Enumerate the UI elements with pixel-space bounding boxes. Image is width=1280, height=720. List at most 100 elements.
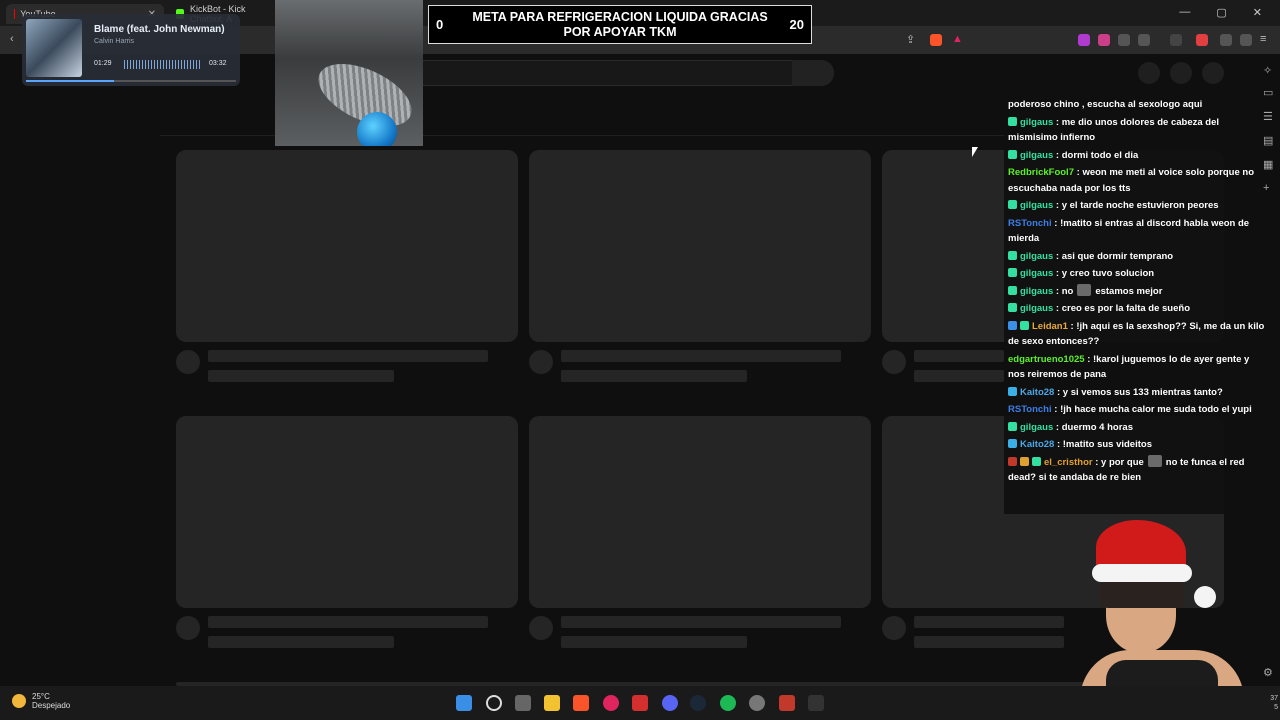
chat-username[interactable]: RSTonchi	[1008, 218, 1052, 229]
chat-text: : y creo tuvo solucion	[1053, 268, 1155, 279]
bookmarks-icon[interactable]: ☰	[1263, 110, 1273, 123]
playlist-icon[interactable]: ▦	[1263, 158, 1273, 171]
vpn-icon[interactable]	[1240, 34, 1252, 46]
spotify-icon[interactable]	[720, 695, 736, 711]
avatar-skeleton	[176, 350, 200, 374]
weather-temp: 25°C	[32, 692, 50, 701]
extension-icon[interactable]	[1138, 34, 1150, 46]
title-skeleton	[208, 616, 488, 628]
clock-line1: 37	[1270, 695, 1278, 702]
youtube-search-input[interactable]	[400, 60, 834, 86]
placeholder-icon	[1202, 62, 1224, 84]
steam-icon[interactable]	[690, 695, 706, 711]
chat-badge-icon	[1008, 439, 1017, 448]
clock-line2: 5	[1274, 704, 1278, 711]
chat-message: RSTonchi : !matito si entras al discord …	[1004, 215, 1270, 248]
chat-badge-icon	[1008, 456, 1017, 466]
leo-icon[interactable]: ✧	[1263, 64, 1272, 77]
chat-username[interactable]: Kaito28	[1020, 439, 1054, 450]
chat-username[interactable]: gilgaus	[1020, 286, 1053, 297]
chat-badge-icon	[1008, 386, 1017, 396]
leo-icon[interactable]	[1220, 34, 1232, 46]
close-button[interactable]: ✕	[1253, 6, 1262, 19]
chat-message: gilgaus : creo es por la falta de sueño	[1004, 300, 1270, 318]
chat-text: : duermo 4 horas	[1053, 421, 1133, 433]
chat-username[interactable]: el_cristhor	[1044, 457, 1093, 468]
waveform	[124, 60, 202, 69]
reading-list-icon[interactable]: ▭	[1263, 86, 1273, 99]
pc-camera-overlay	[275, 0, 423, 146]
app-icon[interactable]	[779, 695, 795, 711]
avatar-skeleton	[882, 616, 906, 640]
chat-text: : no	[1053, 285, 1074, 297]
chat-badge-icon	[1008, 149, 1017, 159]
song-title: Blame (feat. John Newman)	[94, 24, 225, 35]
chat-message: gilgaus : y el tarde noche estuvieron pe…	[1004, 197, 1270, 215]
extension-icon[interactable]	[1078, 34, 1090, 46]
epic-games-icon[interactable]	[808, 695, 824, 711]
chat-emote-icon	[1147, 454, 1162, 467]
window-controls: — ▢ ✕	[1179, 6, 1262, 19]
chat-username[interactable]: gilgaus	[1020, 150, 1053, 161]
chat-message: Kaito28 : !matito sus videitos	[1004, 436, 1270, 454]
minimize-button[interactable]: —	[1179, 6, 1190, 19]
history-icon[interactable]: ▤	[1263, 134, 1273, 147]
chat-username[interactable]: gilgaus	[1020, 422, 1053, 433]
placeholder-icon	[1138, 62, 1160, 84]
brave-icon[interactable]	[573, 695, 589, 711]
now-playing-widget: Blame (feat. John Newman) Calvin Harris …	[22, 14, 240, 86]
search-icon[interactable]	[486, 695, 502, 711]
discord-icon[interactable]	[662, 695, 678, 711]
add-icon[interactable]: +	[1263, 182, 1269, 194]
chat-username[interactable]: gilgaus	[1020, 117, 1053, 128]
media-player-icon[interactable]	[603, 695, 619, 711]
weather-widget[interactable]: 25°C Despejado	[12, 692, 70, 710]
search-button[interactable]	[792, 60, 834, 86]
chat-username[interactable]: edgartrueno1025	[1008, 354, 1085, 365]
maximize-button[interactable]: ▢	[1216, 6, 1226, 19]
meta-skeleton	[561, 636, 747, 648]
chat-username[interactable]: gilgaus	[1020, 200, 1053, 211]
chat-username[interactable]: Leidan1	[1032, 321, 1068, 332]
chat-message: gilgaus : asi que dormir temprano	[1004, 248, 1270, 266]
chat-username[interactable]: gilgaus	[1020, 303, 1053, 314]
extension-icon[interactable]	[1098, 34, 1110, 46]
back-icon[interactable]: ‹	[10, 33, 14, 45]
chat-username[interactable]: gilgaus	[1020, 251, 1053, 262]
chat-text: : asi que dormir temprano	[1053, 250, 1174, 262]
chat-message: gilgaus : no estamos mejor	[1004, 283, 1270, 301]
windows-start-icon[interactable]	[456, 695, 472, 711]
file-explorer-icon[interactable]	[544, 695, 560, 711]
task-view-icon[interactable]	[515, 695, 531, 711]
browser-sidebar: ✧ ▭ ☰ ▤ ▦ + ⚙	[1258, 56, 1280, 686]
app-icon[interactable]	[632, 695, 648, 711]
chat-badge-icon	[1020, 456, 1029, 466]
chat-username[interactable]: RSTonchi	[1008, 404, 1052, 415]
share-icon[interactable]: ⇪	[906, 33, 915, 46]
chat-username[interactable]: gilgaus	[1020, 268, 1053, 279]
sidebar-icon[interactable]	[1170, 34, 1182, 46]
menu-icon[interactable]: ≡	[1260, 33, 1266, 45]
weather-condition: Despejado	[32, 701, 71, 710]
chat-message: RedbrickFool7 : weon me meti al voice so…	[1004, 164, 1270, 197]
gear-icon[interactable]: ⚙	[1263, 666, 1273, 679]
song-artist: Calvin Harris	[94, 38, 135, 45]
chat-text: : !matito sus videitos	[1054, 439, 1152, 450]
app-icon[interactable]	[749, 695, 765, 711]
system-clock[interactable]: 37 5	[1270, 694, 1278, 712]
brave-shield-icon[interactable]	[930, 34, 942, 46]
chat-username[interactable]: Kaito28	[1020, 387, 1054, 398]
chat-text: : y el tarde noche estuvieron peores	[1053, 200, 1219, 211]
extension-icon[interactable]	[1196, 34, 1208, 46]
chat-message: gilgaus : dormi todo el dia	[1004, 147, 1270, 165]
goal-text: META PARA REFRIGERACION LIQUIDA GRACIAS …	[472, 10, 768, 39]
chat-badge-icon	[1008, 250, 1017, 260]
meta-skeleton	[914, 370, 1004, 382]
chat-badge-icon	[1008, 268, 1017, 277]
video-thumbnail-skeleton	[176, 150, 518, 342]
placeholder-icon	[1170, 62, 1192, 84]
puzzle-icon[interactable]	[1118, 34, 1130, 46]
brave-rewards-icon[interactable]: ▲	[952, 33, 963, 45]
chat-username[interactable]: RedbrickFool7	[1008, 167, 1074, 178]
video-thumbnail-skeleton	[176, 416, 518, 608]
